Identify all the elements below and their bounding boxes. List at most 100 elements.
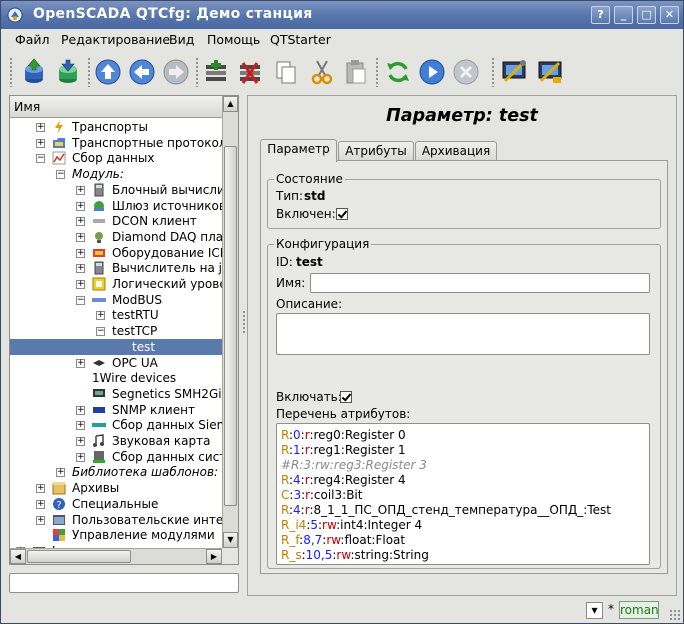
expand-icon[interactable]: +	[36, 484, 45, 493]
expand-icon[interactable]: +	[76, 437, 85, 446]
tree-node[interactable]: + Звуковая карта	[10, 433, 222, 449]
description-field[interactable]	[276, 313, 650, 355]
tree-node[interactable]: + Сбор данных Siem	[10, 417, 222, 433]
menu-file[interactable]: Файл	[15, 32, 50, 47]
help-button[interactable]: ?	[591, 6, 610, 24]
enable-checkbox[interactable]	[340, 391, 352, 403]
attributes-list-editor[interactable]: R:0:r:reg0:Register 0 R:1:r:reg1:Register…	[276, 423, 650, 565]
scroll-down-button[interactable]: ▼	[223, 532, 238, 548]
tree-node[interactable]: − testTCP	[10, 323, 222, 339]
expand-icon[interactable]: +	[36, 500, 45, 509]
tab-attributes[interactable]: Атрибуты	[338, 141, 414, 161]
tree-node[interactable]: + testRTU	[10, 307, 222, 323]
toolbar-grip[interactable]	[9, 57, 13, 87]
title-bar[interactable]: OpenSCADA QTCfg: Демо станция ? _ □ ✕	[1, 1, 683, 29]
remote-hosts-button[interactable]	[535, 57, 565, 87]
navigation-tree[interactable]: + Транспорты + Транспортные протоколы − Сбор …	[10, 119, 222, 549]
menu-view[interactable]: Вид	[169, 32, 194, 47]
tab-parameter[interactable]: Параметр	[260, 139, 337, 162]
hscroll-thumb[interactable]	[27, 550, 131, 563]
collapse-icon[interactable]: −	[36, 154, 45, 163]
tab-archiving[interactable]: Архивация	[415, 141, 497, 161]
tree-horizontal-scrollbar[interactable]: ◀ ▶	[10, 548, 222, 564]
menu-help[interactable]: Помощь	[207, 32, 260, 47]
tree-node[interactable]: + Diamond DAQ плат	[10, 229, 222, 245]
tree-node[interactable]: + Логический уровен	[10, 276, 222, 292]
scroll-thumb[interactable]	[224, 146, 237, 506]
tree-filter-input[interactable]	[9, 573, 239, 593]
back-button[interactable]	[127, 57, 157, 87]
tree-node[interactable]: + Блочный вычислит	[10, 182, 222, 198]
tree-node[interactable]: − Модуль:	[10, 166, 222, 182]
expand-icon[interactable]: +	[96, 311, 105, 320]
tree-node[interactable]: − Сбор данных	[10, 150, 222, 166]
delete-item-button[interactable]	[235, 57, 265, 87]
tree-node[interactable]: 1Wire devices	[10, 370, 222, 386]
expand-icon[interactable]: +	[76, 202, 85, 211]
tree-node[interactable]: + Архивы	[10, 480, 222, 496]
status-menu-button[interactable]: ▾	[586, 602, 603, 619]
copy-button[interactable]	[271, 57, 301, 87]
user-badge[interactable]: roman	[619, 601, 659, 619]
up-button[interactable]	[93, 57, 123, 87]
expand-icon[interactable]: +	[76, 186, 85, 195]
expand-icon[interactable]: +	[76, 233, 85, 242]
enabled-checkbox[interactable]	[336, 208, 348, 220]
tree-node[interactable]: + Транспорты	[10, 119, 222, 135]
expand-icon[interactable]: +	[76, 453, 85, 462]
stop-button[interactable]	[451, 57, 481, 87]
expand-icon[interactable]: +	[76, 406, 85, 415]
menu-edit[interactable]: Редактирование	[61, 32, 170, 47]
expand-icon[interactable]: +	[76, 359, 85, 368]
tree-node[interactable]: test	[10, 339, 222, 355]
tree-node[interactable]: + Сбор данных систе	[10, 449, 222, 465]
tree-node[interactable]: + Пользовательские интерс	[10, 512, 222, 528]
add-item-button[interactable]	[201, 57, 231, 87]
minimize-button[interactable]: _	[614, 6, 633, 24]
tree-node[interactable]: + Библиотека шаблонов:	[10, 464, 222, 480]
dcon-icon	[92, 214, 106, 228]
tree-node[interactable]: + Вычислитель на ja	[10, 260, 222, 276]
tree-node[interactable]: − ModBUS	[10, 292, 222, 308]
forward-button[interactable]	[161, 57, 191, 87]
resize-grip[interactable]	[669, 609, 681, 621]
menu-qtstarter[interactable]: QTStarter	[270, 32, 331, 47]
collapse-icon[interactable]: −	[76, 296, 85, 305]
paste-button[interactable]	[341, 57, 371, 87]
tree-node[interactable]: + DCON клиент	[10, 213, 222, 229]
expand-icon[interactable]: +	[76, 249, 85, 258]
cut-button[interactable]	[307, 57, 337, 87]
tree-node[interactable]: + OPC UA	[10, 355, 222, 371]
tree-node[interactable]: +? Специальные	[10, 496, 222, 512]
expand-icon[interactable]: +	[76, 421, 85, 430]
collapse-icon[interactable]: −	[96, 327, 105, 336]
expand-icon[interactable]: +	[76, 280, 85, 289]
tree-node[interactable]: + Оборудование ICP	[10, 245, 222, 261]
tree-node[interactable]: Управление модулями	[10, 527, 222, 543]
expand-icon[interactable]: +	[76, 217, 85, 226]
name-field[interactable]	[310, 273, 650, 293]
tree-node[interactable]: + Транспортные протоколы	[10, 135, 222, 151]
expand-icon[interactable]: +	[76, 264, 85, 273]
close-button[interactable]: ✕	[660, 6, 679, 24]
scroll-left-button[interactable]: ◀	[10, 549, 26, 564]
refresh-button[interactable]	[383, 57, 413, 87]
tree-node-label: Модуль:	[72, 167, 124, 181]
expand-icon[interactable]: +	[36, 139, 45, 148]
scroll-right-button[interactable]: ▶	[206, 549, 222, 564]
scroll-up-button[interactable]: ▲	[223, 96, 238, 112]
remote-station-button[interactable]	[499, 57, 529, 87]
tree-column-header[interactable]: Имя	[10, 96, 222, 118]
db-save-button[interactable]	[53, 57, 83, 87]
expand-icon[interactable]: +	[36, 516, 45, 525]
db-load-button[interactable]	[19, 57, 49, 87]
tree-vertical-scrollbar[interactable]: ▲ ▼	[222, 96, 238, 548]
expand-icon[interactable]: +	[36, 123, 45, 132]
tree-node[interactable]: Segnetics SMH2Gi	[10, 386, 222, 402]
tree-node[interactable]: + Шлюз источников д	[10, 198, 222, 214]
collapse-icon[interactable]: −	[56, 170, 65, 179]
start-button[interactable]	[417, 57, 447, 87]
maximize-button[interactable]: □	[637, 6, 656, 24]
tree-node[interactable]: + SNMP клиент	[10, 402, 222, 418]
expand-icon[interactable]: +	[56, 468, 65, 477]
